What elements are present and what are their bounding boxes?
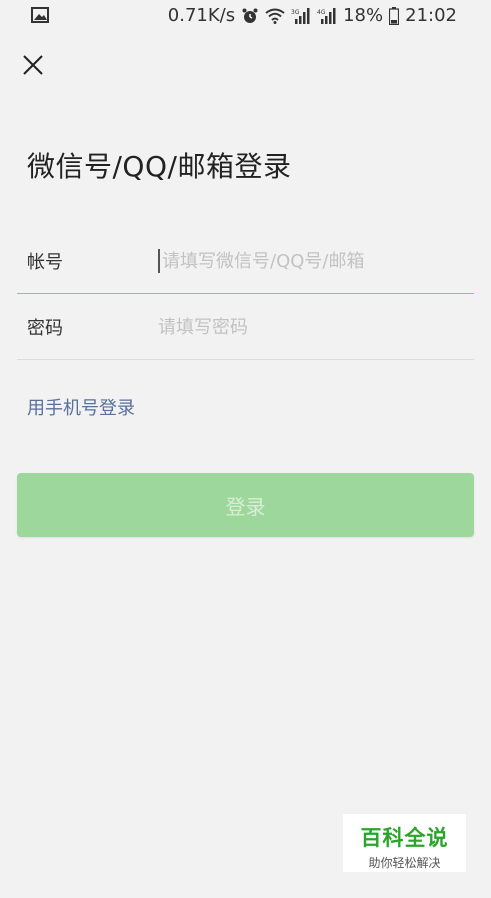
wifi-icon xyxy=(265,8,285,24)
password-input[interactable] xyxy=(158,316,474,338)
watermark-title: 百科全说 xyxy=(360,826,449,850)
status-indicators: 0.71K/s 3G 4G 18% 21:02 xyxy=(168,5,457,26)
battery-icon xyxy=(389,6,400,25)
phone-login-link[interactable]: 用手机号登录 xyxy=(27,394,135,420)
watermark-subtitle: 助你轻松解决 xyxy=(368,856,441,870)
clock-time: 21:02 xyxy=(405,5,457,26)
password-label: 密码 xyxy=(27,318,63,339)
image-icon xyxy=(31,7,49,23)
page-title: 微信号/QQ/邮箱登录 xyxy=(27,150,292,183)
signal-3g-label: 3G xyxy=(291,9,300,16)
account-input[interactable] xyxy=(158,249,474,273)
watermark-logo: 百科全说 助你轻松解决 xyxy=(343,814,466,872)
signal-4g-label: 4G xyxy=(317,9,326,16)
login-button[interactable]: 登录 xyxy=(17,473,474,537)
net-speed: 0.71K/s xyxy=(167,5,236,26)
password-field-row: 密码 xyxy=(17,295,474,360)
signal-4g-icon: 4G xyxy=(317,7,337,24)
close-button[interactable] xyxy=(18,50,48,80)
account-field-row: 帐号 xyxy=(17,229,474,294)
alarm-icon xyxy=(241,7,259,25)
account-label: 帐号 xyxy=(27,252,63,273)
status-bar: 0.71K/s 3G 4G 18% 21:02 xyxy=(0,0,491,34)
signal-3g-icon: 3G xyxy=(291,7,311,24)
battery-percent: 18% xyxy=(343,5,384,26)
close-icon xyxy=(23,55,43,75)
